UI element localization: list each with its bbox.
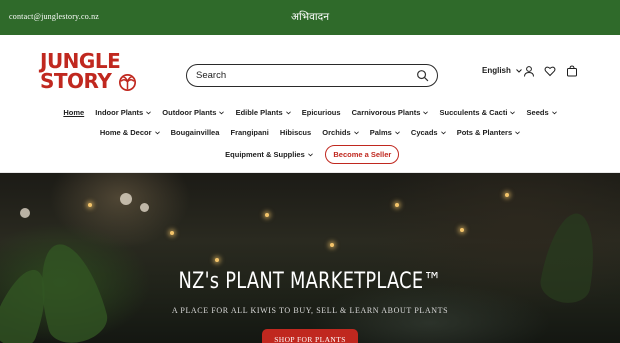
announcement-bar: contact@junglestory.co.nz अभिवादन <box>0 0 620 35</box>
user-icon[interactable] <box>523 65 535 77</box>
chevron-down-icon <box>285 110 291 114</box>
logo-line-2: STORY <box>40 69 112 93</box>
chevron-down-icon <box>551 110 557 114</box>
chevron-down-icon <box>146 110 152 114</box>
shop-for-plants-button[interactable]: SHOP FOR PLANTS <box>262 329 358 343</box>
nav-item-indoor-plants[interactable]: Indoor Plants <box>95 108 152 117</box>
search-icon[interactable] <box>416 69 429 82</box>
hero-flower <box>120 193 132 205</box>
chevron-down-icon <box>307 153 313 157</box>
nav-item-home[interactable]: Home <box>63 108 84 117</box>
nav-item-epicurious[interactable]: Epicurious <box>302 108 341 117</box>
site-header: JUNGLE STORY English Home Indoor Plants … <box>0 35 620 173</box>
bag-icon[interactable] <box>566 65 578 77</box>
heart-icon[interactable] <box>544 65 556 77</box>
nav-item-seeds[interactable]: Seeds <box>527 108 557 117</box>
palm-tree-icon <box>119 74 136 91</box>
nav-item-frangipani[interactable]: Frangipani <box>230 128 268 137</box>
hero-title: NZ's PLANT MARKETPLACE™ <box>178 269 442 294</box>
chevron-down-icon <box>353 130 359 134</box>
chevron-down-icon <box>440 130 446 134</box>
hero-subtitle: A PLACE FOR ALL KIWIS TO BUY, SELL & LEA… <box>171 306 449 315</box>
become-seller-button[interactable]: Become a Seller <box>325 145 400 164</box>
chevron-down-icon <box>510 110 516 114</box>
nav-item-hibiscus[interactable]: Hibiscus <box>280 128 311 137</box>
nav-item-pots-planters[interactable]: Pots & Planters <box>457 128 521 137</box>
nav-item-home-decor[interactable]: Home & Decor <box>100 128 160 137</box>
chevron-down-icon <box>219 110 225 114</box>
main-nav-row-1: Home Indoor Plants Outdoor Plants Edible… <box>0 107 620 117</box>
nav-item-orchids[interactable]: Orchids <box>322 128 359 137</box>
main-nav-row-2: Home & Decor Bougainvillea Frangipani Hi… <box>0 127 620 137</box>
chevron-down-icon <box>515 130 521 134</box>
hero-light <box>265 213 269 217</box>
hero-light <box>170 231 174 235</box>
hero-light <box>88 203 92 207</box>
hero-light <box>395 203 399 207</box>
hero-banner: NZ's PLANT MARKETPLACE™ A PLACE FOR ALL … <box>0 173 620 343</box>
chevron-down-icon <box>154 130 160 134</box>
nav-item-equipment-supplies[interactable]: Equipment & Supplies <box>225 150 313 159</box>
language-selector[interactable]: English <box>482 66 522 75</box>
hero-light <box>460 228 464 232</box>
hero-light <box>215 258 219 262</box>
hero-light <box>330 243 334 247</box>
chevron-down-icon <box>516 69 522 73</box>
main-nav-row-3: Equipment & Supplies Become a Seller <box>0 145 620 164</box>
nav-item-palms[interactable]: Palms <box>370 128 400 137</box>
chevron-down-icon <box>423 110 429 114</box>
search-input[interactable] <box>196 68 406 83</box>
nav-item-succulents-cacti[interactable]: Succulents & Cacti <box>440 108 516 117</box>
search-bar <box>186 64 438 87</box>
nav-item-carnivorous-plants[interactable]: Carnivorous Plants <box>352 108 429 117</box>
announcement-text: अभिवादन <box>290 11 330 23</box>
nav-item-bougainvillea[interactable]: Bougainvillea <box>171 128 220 137</box>
logo[interactable]: JUNGLE STORY <box>40 51 140 94</box>
hero-flower <box>140 203 149 212</box>
chevron-down-icon <box>394 130 400 134</box>
nav-item-cycads[interactable]: Cycads <box>411 128 446 137</box>
hero-light <box>505 193 509 197</box>
hero-flower <box>20 208 30 218</box>
nav-item-outdoor-plants[interactable]: Outdoor Plants <box>162 108 225 117</box>
language-label: English <box>482 66 511 75</box>
nav-item-edible-plants[interactable]: Edible Plants <box>236 108 291 117</box>
